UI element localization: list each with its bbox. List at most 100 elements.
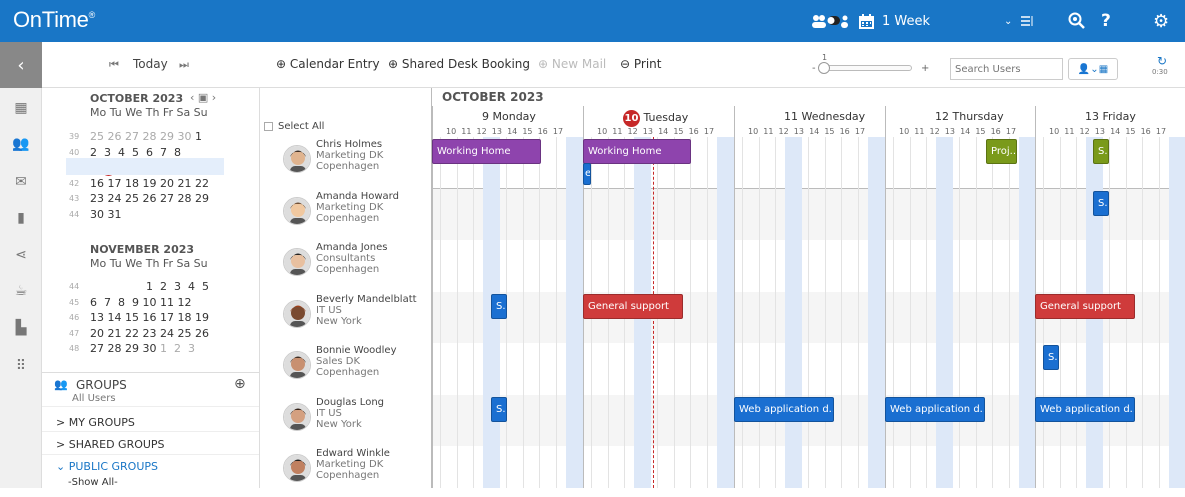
week-days[interactable]: 23 24 25 26 27 28 29 [90, 192, 209, 205]
mini-cal-week[interactable]: 1 2 3 4 5 [146, 280, 209, 293]
people-icon[interactable]: 👥 [11, 134, 31, 154]
day-name: Tuesday [643, 111, 689, 124]
week-days[interactable]: 13 14 15 16 17 18 19 [90, 311, 209, 324]
user-filter-dropdown[interactable]: 👤⌄▦ [1068, 58, 1118, 80]
event-web-application[interactable]: Web application d... [734, 396, 834, 422]
today-button[interactable]: Today [133, 57, 168, 71]
mini-cal-week[interactable]: 27 28 29 30 1 2 3 [90, 342, 195, 355]
day-header[interactable]: 11 Wednesday [784, 110, 865, 123]
apps-grid-icon[interactable]: ⠿ [11, 356, 31, 376]
week-days-extra[interactable]: 1 [195, 130, 202, 143]
chart-icon[interactable]: ▮ [11, 208, 31, 228]
week-days-extra[interactable]: 1 2 3 [160, 342, 195, 355]
search-users-input[interactable] [950, 58, 1063, 80]
event-short[interactable]: S... [1093, 139, 1109, 164]
week-days[interactable]: 25 26 27 28 29 30 [90, 130, 195, 143]
select-all-checkbox[interactable] [264, 122, 273, 131]
next-week-button[interactable]: ⏭ [179, 58, 189, 72]
week-days[interactable]: 30 31 [90, 208, 122, 221]
mini-cal-week[interactable]: 6 7 8 9 10 11 12 [90, 296, 191, 309]
event-short[interactable]: S... [491, 293, 507, 319]
user-row[interactable]: Chris Holmes Marketing DK Copenhagen [280, 137, 430, 188]
coffee-icon[interactable]: ☕ [11, 281, 31, 301]
day-header[interactable]: 9 Monday [482, 110, 536, 123]
shared-desk-booking-button[interactable]: ⊕ Shared Desk Booking [388, 57, 530, 71]
add-group-icon[interactable]: ⊕ [234, 376, 246, 392]
week-days[interactable]: 27 28 29 30 [90, 342, 160, 355]
shared-groups[interactable]: > SHARED GROUPS [56, 438, 165, 451]
collapse-sidebar-button[interactable]: ‹ [0, 42, 42, 88]
day-header[interactable]: 13 Friday [1085, 110, 1136, 123]
day-header[interactable]: 12 Thursday [935, 110, 1004, 123]
week-number: 44 [69, 282, 80, 291]
user-row[interactable]: Edward Winkle Marketing DK Copenhagen [280, 446, 430, 497]
building-icon[interactable]: ▙ [11, 318, 31, 338]
avatar [283, 248, 311, 276]
mini-cal-week[interactable]: 30 31 [90, 208, 122, 221]
week-number: 42 [69, 178, 80, 188]
filter-icon[interactable] [1021, 0, 1033, 42]
chevron-down-icon[interactable]: ⌄ [1004, 0, 1012, 42]
print-button[interactable]: ⊖ Print [620, 57, 662, 71]
mini-cal-week[interactable]: 25 26 27 28 29 30 1 [90, 130, 202, 143]
my-groups[interactable]: > MY GROUPS [56, 416, 135, 429]
mini-cal-week[interactable]: 20 21 22 23 24 25 26 [90, 327, 209, 340]
mail-icon[interactable]: ✉ [11, 172, 31, 192]
avatar [283, 351, 311, 379]
event-web-application[interactable]: Web application d... [885, 396, 985, 422]
event-working-home[interactable]: Working Home [583, 139, 691, 164]
event-short[interactable]: S... [1043, 345, 1059, 370]
event-short[interactable]: S... [1093, 190, 1109, 216]
people-toggle-icon[interactable] [810, 0, 848, 42]
event-web-application[interactable]: Web application d... [1035, 396, 1135, 422]
previous-week-button[interactable]: ⏮ [109, 58, 119, 72]
event-short[interactable]: e [583, 163, 591, 185]
public-groups[interactable]: ⌄ PUBLIC GROUPS [56, 460, 158, 473]
chevron-left-icon: ‹ [17, 54, 25, 76]
user-row[interactable]: Bonnie Woodley Sales DK Copenhagen [280, 343, 430, 394]
user-name: Amanda Howard [316, 190, 399, 202]
zoom-slider-handle[interactable] [818, 62, 830, 74]
mini-cal-week[interactable]: 2 3 4 5 6 7 8 [90, 146, 181, 159]
event-short[interactable]: S... [491, 396, 507, 422]
refresh-icon[interactable]: ↻ [1157, 54, 1167, 68]
view-selector[interactable]: 1 Week [882, 0, 930, 42]
share-icon[interactable]: ⋖ [11, 245, 31, 265]
calendar-view-icon[interactable]: ▦ [11, 98, 31, 118]
zoom-icon[interactable] [1068, 0, 1086, 42]
day-number: 12 [935, 110, 949, 123]
current-week-highlight [66, 158, 224, 175]
mini-cal-week[interactable]: 13 14 15 16 17 18 19 [90, 311, 209, 324]
week-number: 45 [69, 297, 80, 307]
event-general-support[interactable]: General support [583, 293, 683, 319]
help-icon[interactable]: ? [1101, 0, 1111, 42]
user-name: Beverly Mandelblatt [316, 293, 417, 305]
mini-cal-week[interactable]: 16 17 18 19 20 21 22 [90, 177, 209, 190]
week-days[interactable]: 2 3 4 5 6 7 8 [90, 146, 181, 159]
user-row[interactable]: Amanda Jones Consultants Copenhagen [280, 240, 430, 291]
user-row[interactable]: Beverly Mandelblatt IT US New York [280, 292, 430, 343]
week-days[interactable]: 6 7 8 9 10 11 12 [90, 296, 191, 309]
zoom-out-button[interactable]: - [812, 63, 816, 74]
calendar-icon[interactable] [858, 0, 875, 42]
calendar-entry-button[interactable]: ⊕ Calendar Entry [276, 57, 380, 71]
evening-band [566, 137, 583, 488]
zoom-slider[interactable] [820, 65, 912, 71]
user-row[interactable]: Douglas Long IT US New York [280, 395, 430, 446]
user-row[interactable]: Amanda Howard Marketing DK Copenhagen [280, 189, 430, 240]
user-icon: 👤⌄▦ [1077, 63, 1109, 75]
zoom-in-button[interactable]: + [921, 63, 929, 74]
settings-icon[interactable]: ⚙ [1153, 0, 1169, 42]
mini-cal-week[interactable]: 23 24 25 26 27 28 29 [90, 192, 209, 205]
plus-circle-icon: ⊕ [276, 57, 287, 71]
event-working-home[interactable]: Working Home [432, 139, 541, 164]
day-header[interactable]: 10 Tuesday [623, 110, 688, 127]
new-mail-button[interactable]: ⊕ New Mail [538, 57, 606, 71]
week-days[interactable]: 1 2 3 4 5 [146, 280, 209, 293]
show-all-link[interactable]: -Show All- [68, 477, 118, 488]
event-general-support[interactable]: General support [1035, 293, 1135, 319]
week-days[interactable]: 20 21 22 23 24 25 26 [90, 327, 209, 340]
event-project[interactable]: Proj... [986, 139, 1017, 164]
mini-cal-nav[interactable]: ‹ ▣ › [190, 91, 216, 104]
week-days[interactable]: 16 17 18 19 20 21 22 [90, 177, 209, 190]
